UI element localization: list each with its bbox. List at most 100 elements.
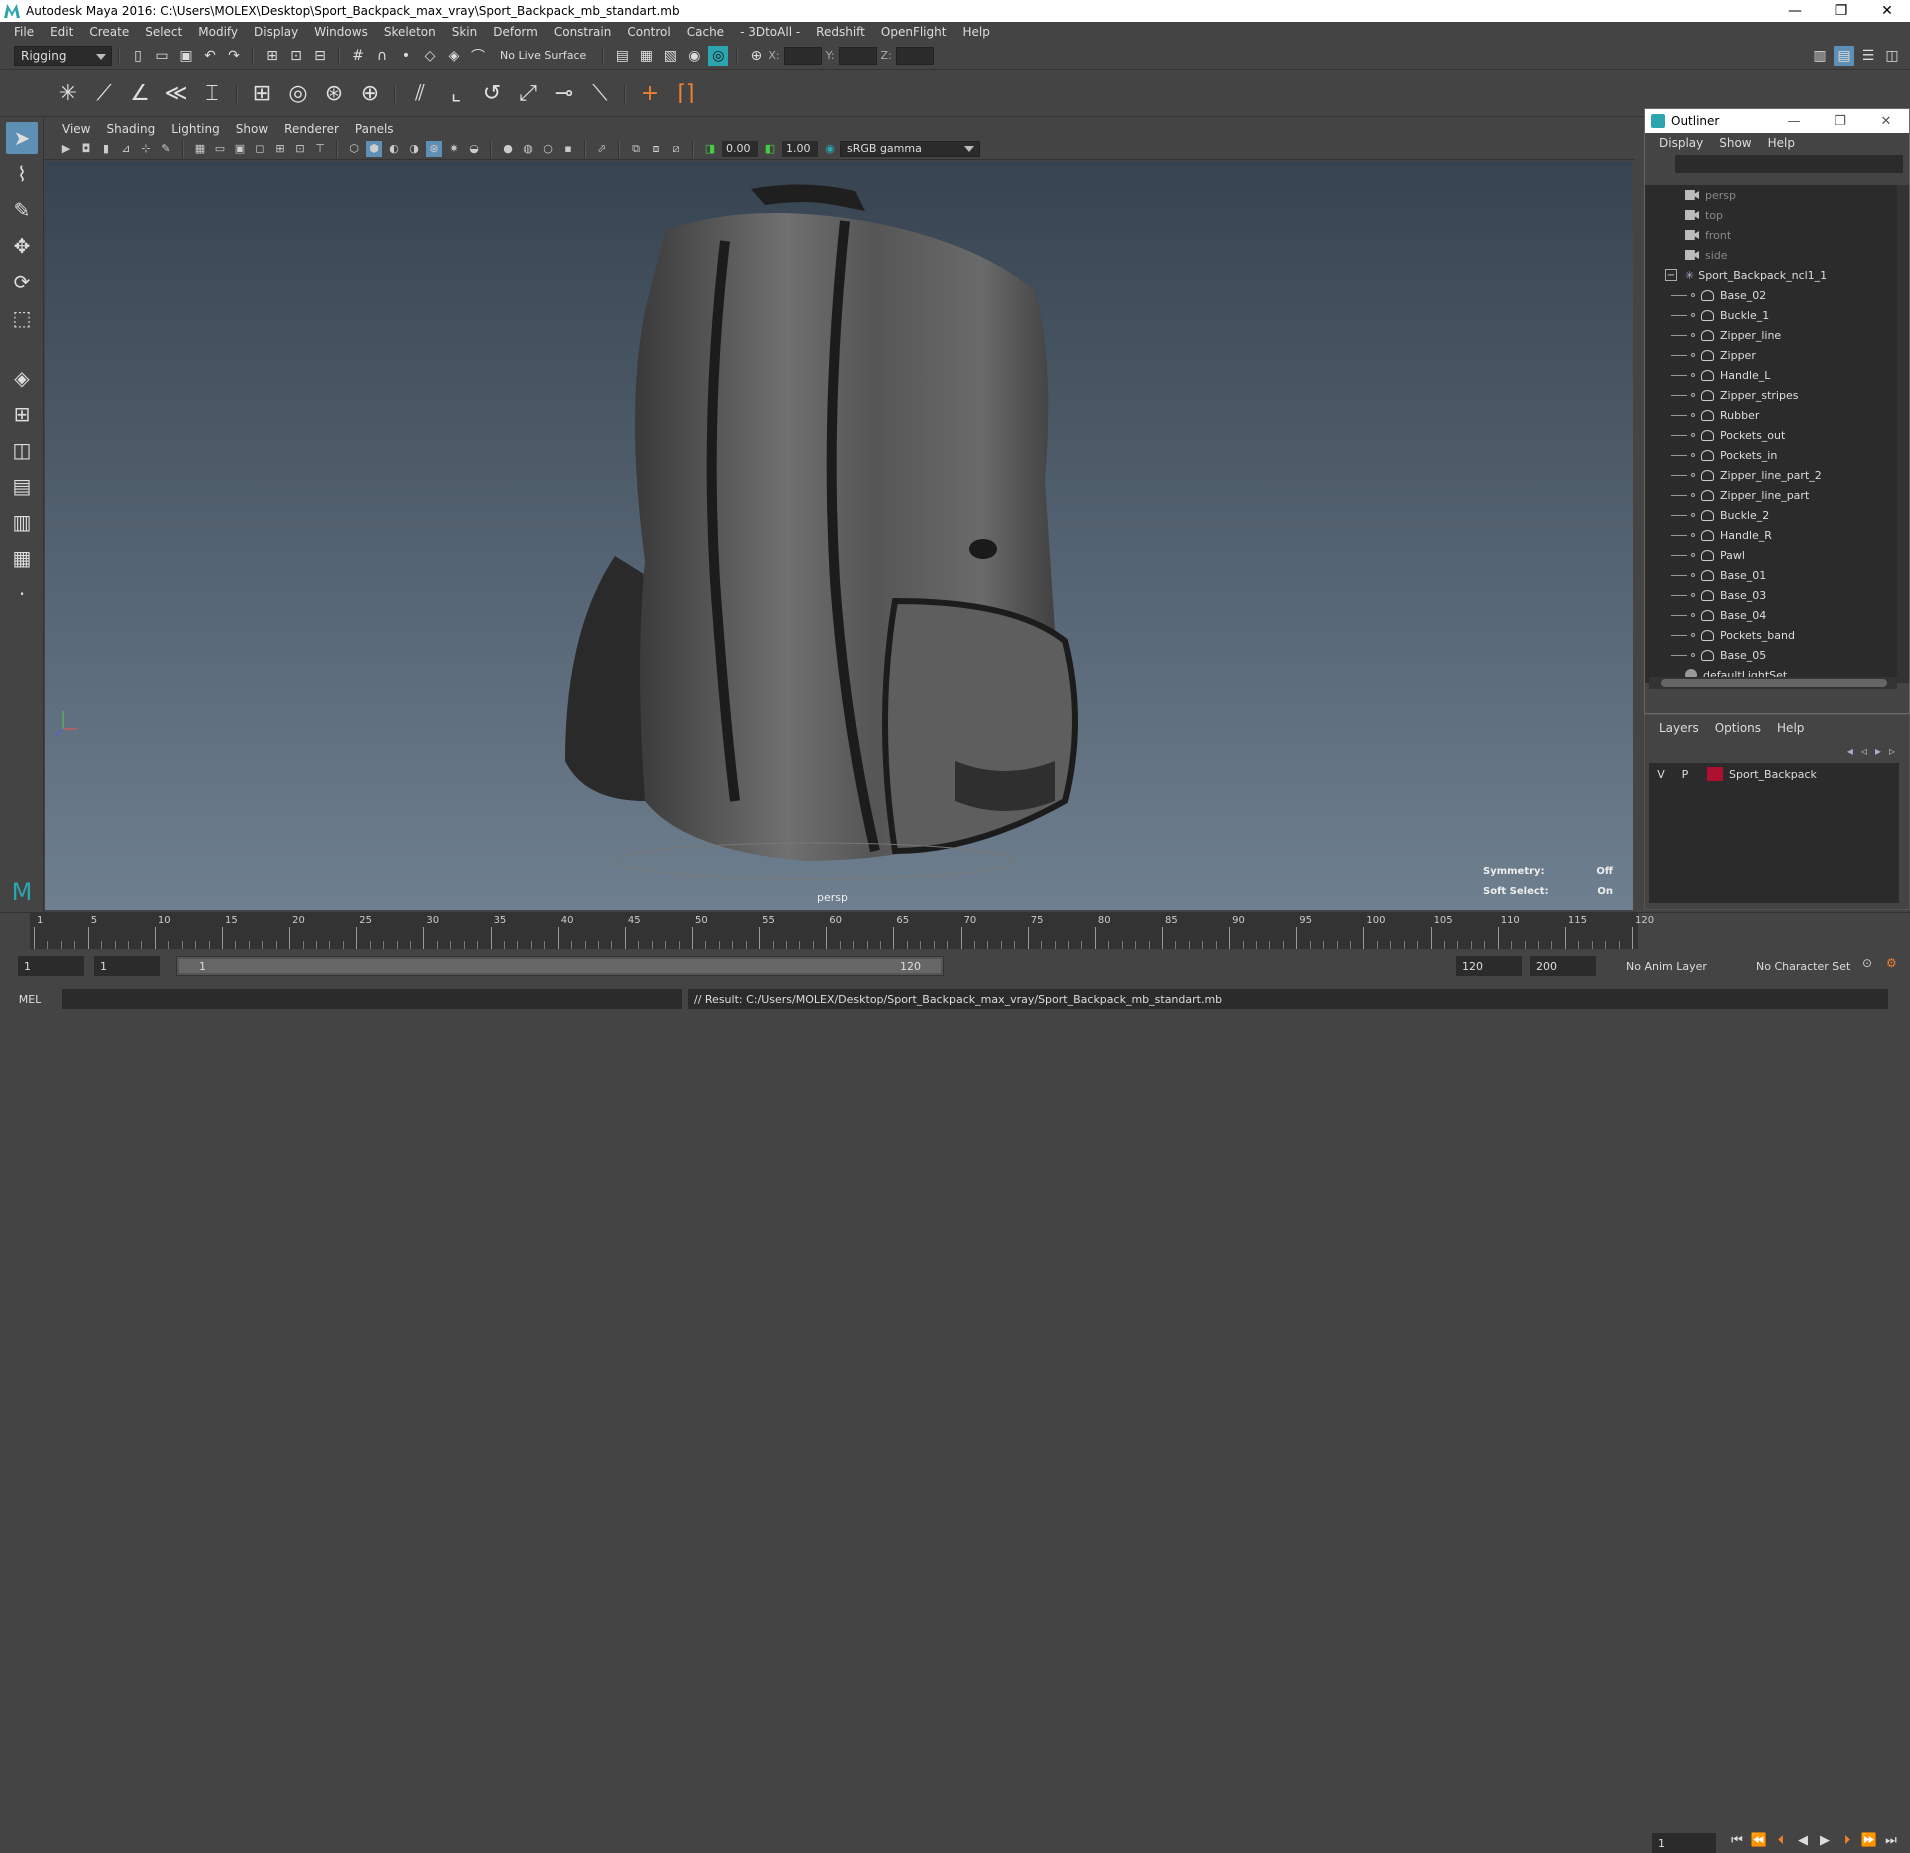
panel-menu-show[interactable]: Show [228, 122, 276, 136]
joint-tool-icon[interactable]: ✳ [52, 78, 84, 110]
menu-control[interactable]: Control [619, 25, 678, 39]
mirror-joint-icon[interactable]: ≪ [160, 78, 192, 110]
minimize-button[interactable]: — [1772, 3, 1818, 19]
play-forward-button[interactable]: ▶ [1814, 1833, 1836, 1848]
aim-constraint-icon[interactable]: ⊸ [548, 78, 580, 110]
safe-title-icon[interactable]: ⊤ [312, 141, 328, 157]
range-end-field[interactable]: 120 [1456, 956, 1522, 976]
image-plane-icon[interactable]: ⊿ [118, 141, 134, 157]
menu-select[interactable]: Select [137, 25, 190, 39]
list-item[interactable]: Base_03 [1645, 585, 1897, 605]
layout-four-view-icon[interactable]: ⊞ [6, 398, 38, 430]
scale-constraint-icon[interactable]: ⤢ [512, 78, 544, 110]
exposure-icon[interactable]: ◨ [702, 141, 718, 157]
list-item[interactable]: Pockets_out [1645, 425, 1897, 445]
list-item[interactable]: Pockets_band [1645, 625, 1897, 645]
y-field[interactable] [838, 46, 877, 65]
lasso-tool-icon[interactable]: ⌇ [6, 158, 38, 190]
modeling-toolkit-icon[interactable]: ▥ [1810, 46, 1830, 66]
snap-point-icon[interactable]: • [396, 46, 416, 66]
panel-menu-view[interactable]: View [54, 122, 98, 136]
panel-menu-lighting[interactable]: Lighting [163, 122, 228, 136]
channel-box-icon[interactable]: ◫ [1882, 46, 1902, 66]
two-d-pan-icon[interactable]: ⊹ [138, 141, 154, 157]
select-component-icon[interactable]: ⊟ [310, 46, 330, 66]
xray-joints-icon[interactable]: ⧉ [628, 141, 644, 157]
isolate-select-icon[interactable]: ⬀ [594, 141, 610, 157]
menu-openflight[interactable]: OpenFlight [873, 25, 955, 39]
snap-projected-icon[interactable]: ◇ [420, 46, 440, 66]
outliner-horizontal-scrollbar[interactable] [1649, 677, 1897, 689]
rotate-tool-icon[interactable]: ⟳ [6, 266, 38, 298]
screen-space-ao-icon[interactable]: ● [500, 141, 516, 157]
motion-blur-icon[interactable]: ◍ [520, 141, 536, 157]
list-item[interactable]: Handle_R [1645, 525, 1897, 545]
locator-icon[interactable]: + [634, 78, 666, 110]
list-item-group[interactable]: − ✳ Sport_Backpack_ncl1_1 [1645, 265, 1897, 285]
ik-handle-icon[interactable]: ⟋ [88, 78, 120, 110]
cluster-icon[interactable]: ◎ [282, 78, 314, 110]
xray-icon[interactable]: ⊛ [426, 140, 442, 157]
outliner-search-input[interactable] [1675, 155, 1903, 173]
make-live-icon[interactable]: ⌒ [468, 46, 488, 66]
panel-menu-renderer[interactable]: Renderer [276, 122, 347, 136]
bind-skin-icon[interactable]: ⊞ [246, 78, 278, 110]
menu-3dtoall[interactable]: - 3DtoAll - [732, 25, 808, 39]
move-layer-up-icon[interactable]: ◂ [1847, 744, 1853, 758]
time-ticks[interactable]: 1 5 10 15 20 25 30 35 40 45 50 55 60 65 70 75 80 85 90 95 10… [30, 913, 1654, 949]
wrap-deformer-icon[interactable]: ⊕ [354, 78, 386, 110]
list-item[interactable]: Pockets_in [1645, 445, 1897, 465]
menu-windows[interactable]: Windows [306, 25, 376, 39]
list-item[interactable]: Handle_L [1645, 365, 1897, 385]
snap-grid-icon[interactable]: # [348, 46, 368, 66]
move-tool-icon[interactable]: ✥ [6, 230, 38, 262]
list-item[interactable]: Pawl [1645, 545, 1897, 565]
menu-redshift[interactable]: Redshift [808, 25, 873, 39]
layer-menu-options[interactable]: Options [1707, 721, 1769, 735]
list-item[interactable]: Zipper [1645, 345, 1897, 365]
step-forward-key-button[interactable]: ⏩ [1858, 1833, 1880, 1848]
list-item[interactable]: side [1645, 245, 1897, 265]
list-item[interactable]: Rubber [1645, 405, 1897, 425]
bookmark-icon[interactable]: ▮ [98, 141, 114, 157]
shadows-icon[interactable]: ◒ [466, 141, 482, 157]
collapse-icon[interactable]: − [1665, 269, 1677, 281]
gate-mask-icon[interactable]: ◻ [252, 141, 268, 157]
open-scene-icon[interactable]: ▭ [152, 46, 172, 66]
new-layer-icon[interactable]: ▹ [1889, 744, 1895, 758]
snap-curve-icon[interactable]: ∩ [372, 46, 392, 66]
snap-view-icon[interactable]: ◈ [444, 46, 464, 66]
new-layer-selected-icon[interactable]: ▸ [1875, 744, 1881, 758]
layer-visibility-toggle[interactable]: V [1649, 768, 1673, 781]
layer-color-swatch[interactable] [1707, 767, 1723, 781]
command-input[interactable] [62, 989, 682, 1009]
view-transform-dropdown[interactable]: sRGB gamma [840, 140, 980, 157]
restore-button[interactable]: ❐ [1818, 3, 1864, 19]
range-slider[interactable]: 1 120 [176, 956, 944, 976]
anim-layer-dropdown[interactable]: No Anim Layer [1620, 956, 1732, 976]
wireframe-icon[interactable]: ⬡ [346, 141, 362, 157]
layout-custom-icon[interactable]: · [6, 578, 38, 610]
list-item[interactable]: Base_04 [1645, 605, 1897, 625]
redo-icon[interactable]: ↷ [224, 46, 244, 66]
viewport-persp[interactable]: persp Symmetry: Off Soft Select: On [45, 161, 1633, 910]
end-time-field[interactable]: 200 [1530, 956, 1596, 976]
safe-action-icon[interactable]: ⊡ [292, 141, 308, 157]
select-object-icon[interactable]: ⊡ [286, 46, 306, 66]
gamma-icon[interactable]: ◧ [762, 141, 778, 157]
list-item[interactable]: Base_05 [1645, 645, 1897, 665]
layer-menu-help[interactable]: Help [1769, 721, 1812, 735]
panel-menu-shading[interactable]: Shading [98, 122, 163, 136]
list-item[interactable]: Buckle_1 [1645, 305, 1897, 325]
ipr-render-icon[interactable]: ▦ [636, 46, 656, 66]
time-slider[interactable]: 1 5 10 15 20 25 30 35 40 45 50 55 60 65 70 75 80 85 90 95 10… [0, 912, 1910, 1853]
script-language-label[interactable]: MEL [0, 993, 60, 1006]
outliner-menu-help[interactable]: Help [1760, 136, 1803, 150]
go-to-end-button[interactable]: ⏭ [1880, 1833, 1902, 1848]
field-chart-icon[interactable]: ⊞ [272, 141, 288, 157]
anti-aliasing-icon[interactable]: ○ [540, 141, 556, 157]
textured-icon[interactable]: ◑ [406, 141, 422, 157]
paint-select-icon[interactable]: ✎ [6, 194, 38, 226]
start-time-field[interactable]: 1 [18, 956, 84, 976]
render-view-icon[interactable]: ◎ [708, 45, 729, 66]
